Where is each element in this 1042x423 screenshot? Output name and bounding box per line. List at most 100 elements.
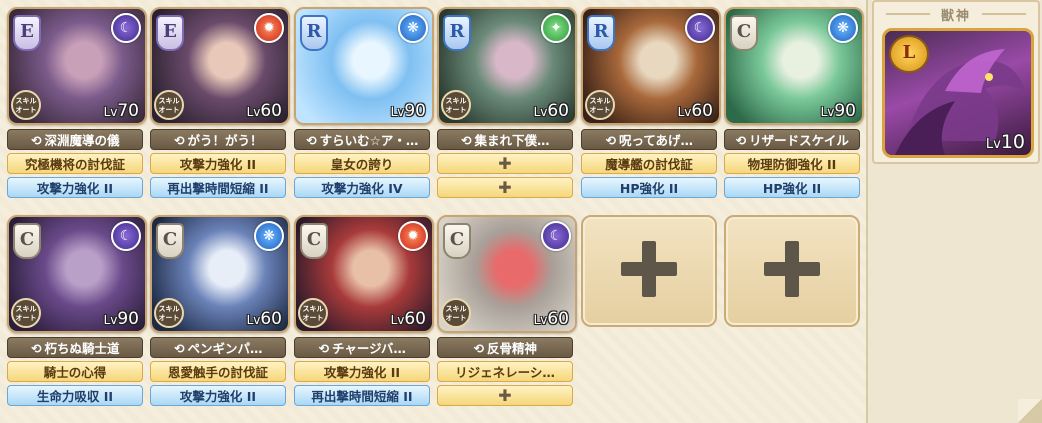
unit-portrait[interactable]: C ❋ Lv90 bbox=[724, 7, 864, 125]
equip-slot-1[interactable]: 騎士の心得 bbox=[7, 361, 143, 382]
unit-card[interactable]: R ✦ スキル オート Lv60 ⟲ 集まれ下僕… ✚ ✚ bbox=[437, 7, 577, 198]
equip-slot-1[interactable]: 魔導艦の討伐証 bbox=[581, 153, 717, 174]
skill-cycle-icon: ⟲ bbox=[735, 133, 747, 148]
equip-slot-2[interactable]: HP強化 II bbox=[581, 177, 717, 198]
dark-element-icon: ☾ bbox=[111, 221, 141, 251]
unit-portrait[interactable]: C ✹ スキル オート Lv60 bbox=[294, 215, 434, 333]
skill-cycle-icon: ⟲ bbox=[605, 133, 617, 148]
unit-level: Lv60 bbox=[677, 101, 713, 121]
unit-card[interactable]: R ❋ Lv90 ⟲ すらいむ☆ア・… 皇女の誇り 攻撃力強化 IV bbox=[294, 7, 434, 198]
skill-auto-icon: スキル オート bbox=[298, 298, 328, 328]
unit-skill[interactable]: ⟲ すらいむ☆ア・… bbox=[294, 129, 430, 150]
equip-slot-1[interactable]: 物理防御強化 II bbox=[724, 153, 860, 174]
unit-level: Lv60 bbox=[533, 309, 569, 329]
equip-slot-2[interactable]: ✚ bbox=[437, 177, 573, 198]
unit-level: Lv60 bbox=[246, 101, 282, 121]
page-curl bbox=[1018, 399, 1042, 423]
unit-portrait[interactable]: C ☾ スキル オート Lv90 bbox=[7, 215, 147, 333]
equip-slot-2[interactable]: 攻撃力強化 II bbox=[7, 177, 143, 198]
unit-card[interactable]: C ❋ Lv90 ⟲ リザードスケイル 物理防御強化 II HP強化 II bbox=[724, 7, 864, 198]
skill-auto-icon: スキル オート bbox=[585, 90, 615, 120]
equip-slot-2[interactable]: ✚ bbox=[437, 385, 573, 406]
skill-cycle-icon: ⟲ bbox=[318, 341, 330, 356]
equip-slot-1[interactable]: 究極機将の討伐証 bbox=[7, 153, 143, 174]
equip-slot-1[interactable]: 攻撃力強化 II bbox=[294, 361, 430, 382]
unit-skill[interactable]: ⟲ 深淵魔導の儀 bbox=[7, 129, 143, 150]
skill-cycle-icon: ⟲ bbox=[473, 341, 485, 356]
empty-slot-add-button[interactable] bbox=[724, 215, 860, 327]
equip-slot-1[interactable]: 恩愛触手の討伐証 bbox=[150, 361, 286, 382]
equip-slot-2[interactable]: 攻撃力強化 II bbox=[150, 385, 286, 406]
equip-slot-1[interactable]: リジェネレーシ… bbox=[437, 361, 573, 382]
equip-slot-2[interactable]: HP強化 II bbox=[724, 177, 860, 198]
unit-portrait[interactable]: R ☾ スキル オート Lv60 bbox=[581, 7, 721, 125]
unit-card[interactable]: R ☾ スキル オート Lv60 ⟲ 呪ってあげ… 魔導艦の討伐証 HP強化 II bbox=[581, 7, 721, 198]
skill-cycle-icon: ⟲ bbox=[174, 133, 185, 148]
skill-auto-icon: スキル オート bbox=[11, 90, 41, 120]
rank-badge: C bbox=[300, 223, 328, 259]
skill-cycle-icon: ⟲ bbox=[31, 341, 42, 356]
unit-skill[interactable]: ⟲ ペンギンパ… bbox=[150, 337, 286, 358]
equip-slot-2[interactable]: 生命力吸収 II bbox=[7, 385, 143, 406]
beast-god-title: 獣神 bbox=[874, 5, 1038, 24]
rank-badge: C bbox=[730, 15, 758, 51]
equip-slot-1[interactable]: 皇女の誇り bbox=[294, 153, 430, 174]
unit-card[interactable]: C ✹ スキル オート Lv60 ⟲ チャージバ… 攻撃力強化 II 再出撃時間短縮… bbox=[294, 215, 434, 406]
unit-card[interactable]: E ✹ スキル オート Lv60 ⟲ がう！がう！ 攻撃力強化 II 再出撃時間短縮… bbox=[150, 7, 290, 198]
unit-card[interactable]: E ☾ スキル オート Lv70 ⟲ 深淵魔導の儀 究極機将の討伐証 攻撃力強化 I… bbox=[7, 7, 147, 198]
skill-auto-icon: スキル オート bbox=[441, 298, 471, 328]
water-element-icon: ❋ bbox=[398, 13, 428, 43]
beast-god-panel: 獣神 L Lv10 bbox=[872, 0, 1040, 164]
plus-icon bbox=[764, 241, 820, 301]
beast-level: Lv10 bbox=[985, 131, 1025, 153]
unit-level: Lv70 bbox=[103, 101, 139, 121]
plus-icon: ✚ bbox=[498, 386, 512, 405]
plus-icon bbox=[621, 241, 677, 301]
water-element-icon: ❋ bbox=[828, 13, 858, 43]
skill-auto-icon: スキル オート bbox=[11, 298, 41, 328]
equip-slot-1[interactable]: 攻撃力強化 II bbox=[150, 153, 286, 174]
unit-skill[interactable]: ⟲ チャージバ… bbox=[294, 337, 430, 358]
skill-cycle-icon: ⟲ bbox=[31, 133, 42, 148]
unit-skill[interactable]: ⟲ 反骨精神 bbox=[437, 337, 573, 358]
unit-card[interactable]: C ☾ スキル オート Lv60 ⟲ 反骨精神 リジェネレーシ… ✚ bbox=[437, 215, 577, 406]
skill-cycle-icon: ⟲ bbox=[461, 133, 472, 148]
unit-level: Lv60 bbox=[533, 101, 569, 121]
unit-level: Lv90 bbox=[820, 101, 856, 121]
fire-element-icon: ✹ bbox=[398, 221, 428, 251]
unit-portrait[interactable]: C ☾ スキル オート Lv60 bbox=[437, 215, 577, 333]
unit-portrait[interactable]: R ❋ Lv90 bbox=[294, 7, 434, 125]
unit-portrait[interactable]: E ☾ スキル オート Lv70 bbox=[7, 7, 147, 125]
skill-auto-icon: スキル オート bbox=[441, 90, 471, 120]
empty-slot-add-button[interactable] bbox=[581, 215, 717, 327]
rank-badge: R bbox=[587, 15, 615, 51]
unit-skill[interactable]: ⟲ がう！がう！ bbox=[150, 129, 286, 150]
plus-icon: ✚ bbox=[498, 154, 512, 173]
unit-level: Lv90 bbox=[390, 101, 426, 121]
unit-portrait[interactable]: R ✦ スキル オート Lv60 bbox=[437, 7, 577, 125]
beast-god-portrait[interactable]: L Lv10 bbox=[882, 28, 1034, 158]
dark-element-icon: ☾ bbox=[111, 13, 141, 43]
equip-slot-2[interactable]: 再出撃時間短縮 II bbox=[150, 177, 286, 198]
unit-card[interactable]: C ☾ スキル オート Lv90 ⟲ 朽ちぬ騎士道 騎士の心得 生命力吸収 II bbox=[7, 215, 147, 406]
equip-slot-2[interactable]: 攻撃力強化 IV bbox=[294, 177, 430, 198]
rank-badge: C bbox=[156, 223, 184, 259]
rank-badge: R bbox=[443, 15, 471, 51]
rank-badge: R bbox=[300, 15, 328, 51]
skill-cycle-icon: ⟲ bbox=[306, 133, 317, 148]
unit-portrait[interactable]: C ❋ スキル オート Lv60 bbox=[150, 215, 290, 333]
skill-auto-icon: スキル オート bbox=[154, 90, 184, 120]
unit-skill[interactable]: ⟲ 呪ってあげ… bbox=[581, 129, 717, 150]
unit-skill[interactable]: ⟲ リザードスケイル bbox=[724, 129, 860, 150]
equip-slot-2[interactable]: 再出撃時間短縮 II bbox=[294, 385, 430, 406]
equip-slot-1[interactable]: ✚ bbox=[437, 153, 573, 174]
unit-skill[interactable]: ⟲ 朽ちぬ騎士道 bbox=[7, 337, 143, 358]
rank-badge: C bbox=[13, 223, 41, 259]
skill-auto-icon: スキル オート bbox=[154, 298, 184, 328]
unit-portrait[interactable]: E ✹ スキル オート Lv60 bbox=[150, 7, 290, 125]
unit-skill[interactable]: ⟲ 集まれ下僕… bbox=[437, 129, 573, 150]
unit-level: Lv60 bbox=[246, 309, 282, 329]
plus-icon: ✚ bbox=[498, 178, 512, 197]
unit-card[interactable]: C ❋ スキル オート Lv60 ⟲ ペンギンパ… 恩愛触手の討伐証 攻撃力強化 I… bbox=[150, 215, 290, 406]
dark-element-icon: ☾ bbox=[685, 13, 715, 43]
